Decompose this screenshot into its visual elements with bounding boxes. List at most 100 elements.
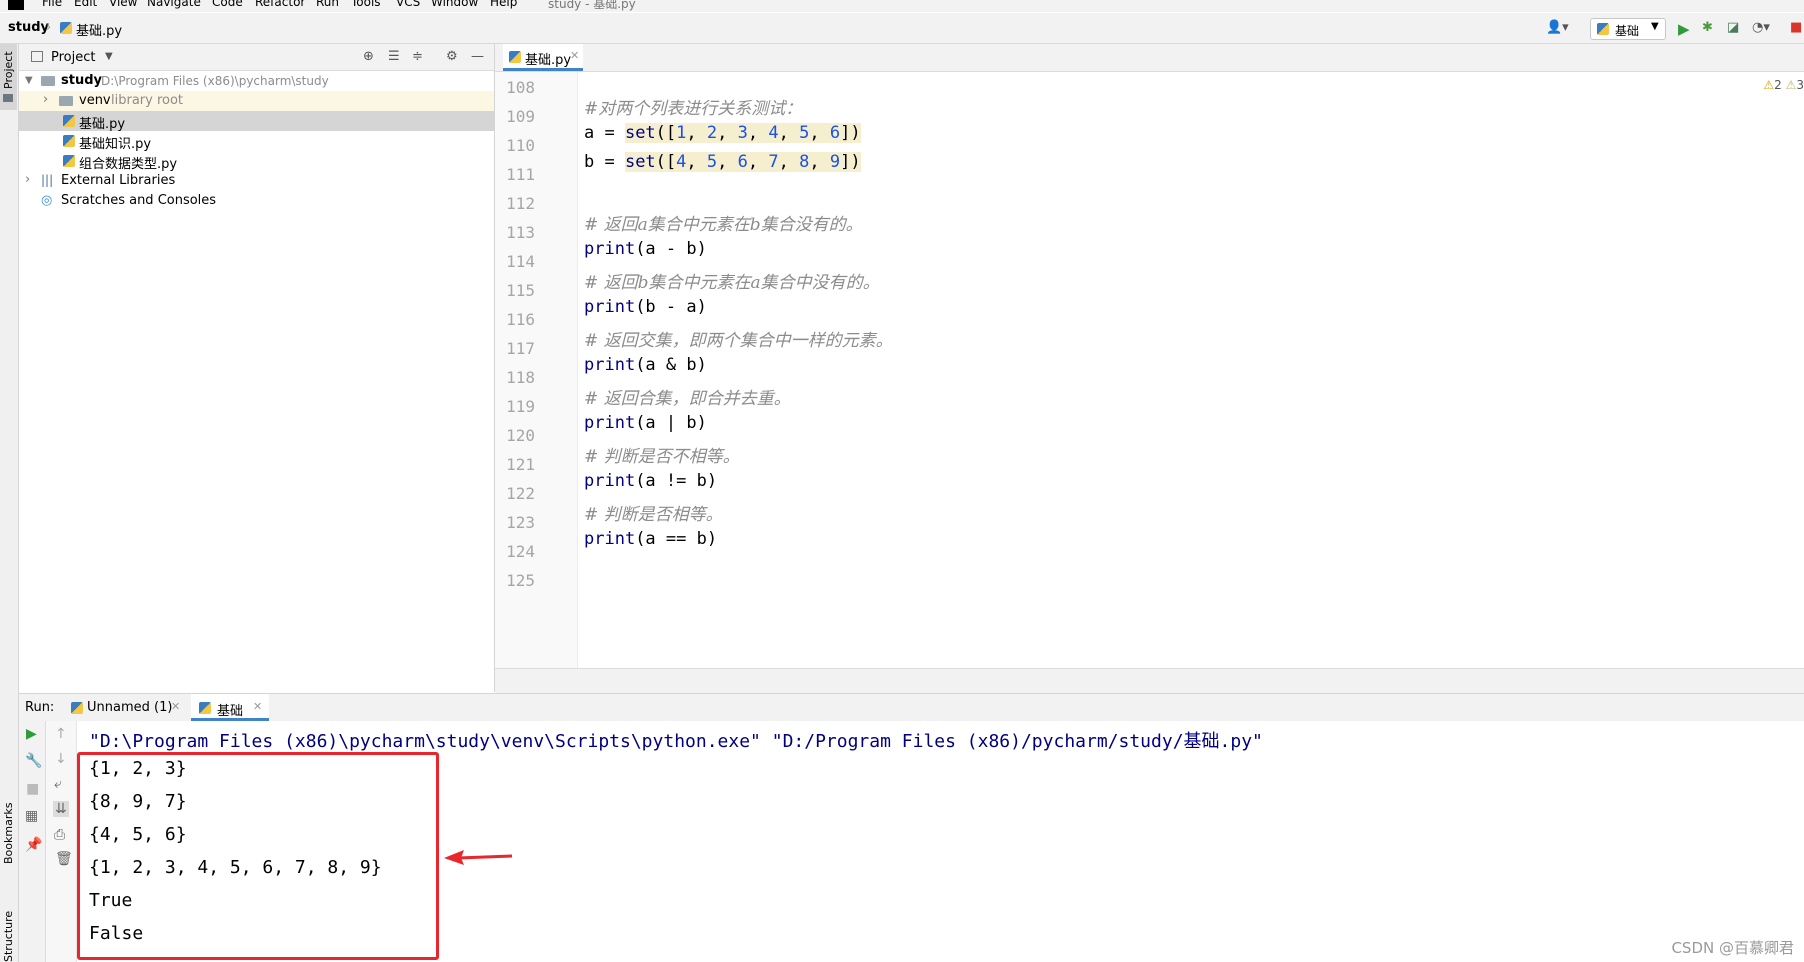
wrench-icon[interactable]: 🔧 <box>25 753 42 769</box>
line-number: 109 <box>506 107 535 126</box>
line-number: 123 <box>506 513 535 532</box>
stop-icon[interactable]: ■ <box>26 781 39 797</box>
close-icon[interactable]: ✕ <box>253 700 262 713</box>
project-tool-tab[interactable]: Project <box>0 44 17 110</box>
editor-tab-bar: 基础.py ✕ <box>495 44 1804 72</box>
line-number: 124 <box>506 542 535 561</box>
tree-item-scratches[interactable]: ◎ Scratches and Consoles <box>19 191 494 211</box>
structure-tool-tab[interactable]: Structure <box>2 911 15 962</box>
tree-item-path: D:\Program Files (x86)\pycharm\study <box>101 74 329 88</box>
line-number: 122 <box>506 484 535 503</box>
line-number: 114 <box>506 252 535 271</box>
code-editor[interactable]: ⚠2 ⚠3 #对两个列表进行关系测试： a = set([1, 2, 3, 4,… <box>578 72 1804 668</box>
breadcrumb-project[interactable]: study <box>8 20 49 35</box>
editor-tab-basic[interactable]: 基础.py ✕ <box>503 44 583 71</box>
menu-help[interactable]: Help <box>490 0 517 9</box>
code-line: print(a | b) <box>584 413 707 433</box>
coverage-icon[interactable]: ◪ <box>1727 20 1739 35</box>
code-line-set-a: a = set([1, 2, 3, 4, 5, 6]) <box>584 123 861 143</box>
stop-icon[interactable]: ■ <box>1790 20 1802 35</box>
run-tab-basic[interactable]: 基础 ✕ <box>191 694 269 721</box>
menu-tools[interactable]: Tools <box>351 0 381 9</box>
run-tab-label: Unnamed (1) <box>87 700 173 715</box>
code-comment: # 判断是否不相等。 <box>584 447 740 467</box>
python-file-icon <box>509 51 521 63</box>
line-number: 116 <box>506 310 535 329</box>
gear-icon[interactable]: ⚙ <box>446 49 458 64</box>
python-file-icon <box>63 135 75 147</box>
line-number: 119 <box>506 397 535 416</box>
chevron-down-icon[interactable]: ▼ <box>105 51 113 62</box>
pycharm-logo-icon <box>8 0 24 10</box>
arrow-up-icon[interactable]: ↑ <box>55 726 67 742</box>
code-line: print(a != b) <box>584 471 718 491</box>
run-icon[interactable]: ▶ <box>1678 20 1690 38</box>
folder-icon <box>3 94 13 102</box>
chevron-down-icon[interactable]: ▼ <box>25 75 33 86</box>
window-title: study - 基础.py <box>548 0 636 11</box>
bookmarks-tool-tab[interactable]: Bookmarks <box>2 803 15 864</box>
rerun-icon[interactable]: ▶ <box>26 726 37 742</box>
menu-file[interactable]: File <box>42 0 62 9</box>
run-toolbar-primary: ▶ 🔧 ■ ▦ 📌 <box>19 721 46 962</box>
tree-item-label: study <box>61 73 102 88</box>
line-number: 117 <box>506 339 535 358</box>
breadcrumb-separator-icon: › <box>46 20 52 35</box>
debug-icon[interactable]: ✱ <box>1702 20 1713 35</box>
tree-item-file-knowledge[interactable]: 基础知识.py <box>19 131 494 152</box>
line-number: 120 <box>506 426 535 445</box>
menu-bar: File Edit View Navigate Code Refactor Ru… <box>0 0 1804 12</box>
breadcrumb-file[interactable]: 基础.py <box>76 20 122 39</box>
close-icon[interactable]: ✕ <box>171 700 180 713</box>
hide-panel-icon[interactable]: — <box>471 49 484 64</box>
scroll-to-end-icon[interactable]: ⇊ <box>53 801 69 817</box>
menu-run[interactable]: Run <box>316 0 339 9</box>
menu-navigate[interactable]: Navigate <box>147 0 201 9</box>
project-view-icon <box>31 51 43 62</box>
user-vcs-icon[interactable]: 👤▾ <box>1546 20 1569 35</box>
scratches-icon: ◎ <box>41 193 53 208</box>
soft-wrap-icon[interactable]: ⤶ <box>54 776 62 792</box>
tree-item-external-libraries[interactable]: › ||| External Libraries <box>19 171 494 191</box>
python-file-icon <box>60 22 72 34</box>
project-tool-label: Project <box>2 51 15 89</box>
menu-edit[interactable]: Edit <box>74 0 97 9</box>
project-panel-title[interactable]: Project <box>51 50 95 65</box>
menu-vcs[interactable]: VCS <box>396 0 420 9</box>
tree-item-file-datatypes[interactable]: 组合数据类型.py <box>19 151 494 172</box>
inspection-widget[interactable]: ⚠2 ⚠3 <box>1763 78 1804 92</box>
print-icon[interactable]: ⎙ <box>54 827 65 843</box>
warning-count: 2 <box>1774 78 1782 92</box>
annotation-box <box>77 752 439 960</box>
collapse-all-icon[interactable]: ≑ <box>412 49 423 64</box>
locate-file-icon[interactable]: ⊕ <box>363 49 374 64</box>
run-configuration-label: 基础 <box>1615 24 1640 38</box>
tree-item-study[interactable]: ▼ study D:\Program Files (x86)\pycharm\s… <box>19 71 494 91</box>
arrow-down-icon[interactable]: ↓ <box>55 751 67 767</box>
layout-icon[interactable]: ▦ <box>25 808 38 824</box>
chevron-right-icon[interactable]: › <box>25 172 30 187</box>
profile-icon[interactable]: ◔▾ <box>1752 20 1770 35</box>
line-number: 110 <box>506 136 535 155</box>
warning-icon: ⚠ <box>1763 78 1775 92</box>
editor-gutter: 108 109 110 111 112 113 114 115 116 117 … <box>495 72 578 668</box>
expand-all-icon[interactable]: ☰ <box>388 49 400 64</box>
tree-item-venv[interactable]: › venv library root <box>19 91 494 111</box>
close-icon[interactable]: ✕ <box>570 49 579 62</box>
menu-code[interactable]: Code <box>212 0 243 9</box>
menu-refactor[interactable]: Refactor <box>255 0 305 9</box>
menu-window[interactable]: Window <box>431 0 478 9</box>
run-configuration-select[interactable]: 基础 ▼ <box>1590 18 1666 40</box>
pin-icon[interactable]: 📌 <box>25 837 42 853</box>
menu-view[interactable]: View <box>109 0 137 9</box>
navigation-bar: study › 基础.py 👤▾ 基础 ▼ ▶ ✱ ◪ ◔▾ ■ <box>0 13 1804 44</box>
chevron-right-icon[interactable]: › <box>43 92 48 107</box>
folder-icon <box>59 96 73 106</box>
run-tab-unnamed[interactable]: Unnamed (1) ✕ <box>67 694 185 721</box>
console-command-line: "D:\Program Files (x86)\pycharm\study\ve… <box>89 731 1263 752</box>
trash-icon[interactable]: 🗑 <box>55 851 73 867</box>
tree-item-label: venv <box>79 93 111 108</box>
weak-warning-icon: ⚠ <box>1785 78 1797 92</box>
tree-item-file-basic[interactable]: 基础.py <box>19 111 494 132</box>
code-line: print(a - b) <box>584 239 707 259</box>
